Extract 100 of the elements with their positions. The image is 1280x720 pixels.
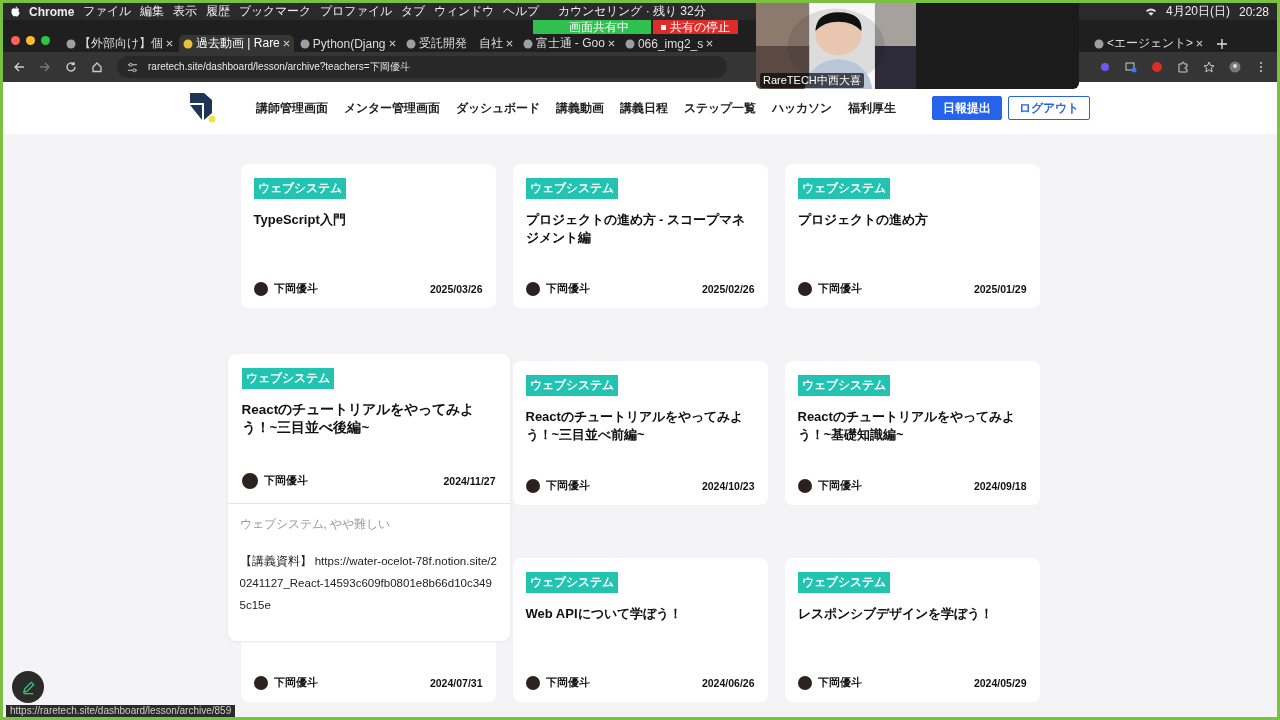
menu-item[interactable]: ウィンドウ <box>434 3 495 20</box>
lesson-date: 2024/07/31 <box>429 677 483 689</box>
menu-item[interactable]: プロファイル <box>320 3 393 20</box>
nav-button[interactable]: 日報提出 <box>932 96 1002 120</box>
nav-link[interactable]: ダッシュボード <box>456 99 540 117</box>
menu-item[interactable]: 履歴 <box>206 3 231 20</box>
puzzle-icon[interactable] <box>1177 61 1189 73</box>
menu-item[interactable]: ファイル <box>83 3 132 20</box>
wifi-icon[interactable] <box>1144 7 1157 16</box>
close-icon[interactable] <box>1196 40 1203 47</box>
category-tag: ウェブシステム <box>525 178 618 199</box>
favicon-icon <box>299 38 310 49</box>
browser-tab[interactable]: 066_img2_s <box>620 35 718 52</box>
lesson-card[interactable]: ウェブシステム レスポンシブデザインを学ぼう！ 下岡優斗 2024/05/29 <box>784 558 1040 702</box>
close-icon[interactable] <box>607 40 615 47</box>
category-tag: ウェブシステム <box>253 178 346 199</box>
back-icon[interactable] <box>13 61 25 73</box>
site-settings-icon[interactable] <box>127 61 138 73</box>
menubar-date[interactable]: 4月20日(日) <box>1165 3 1230 20</box>
category-tag: ウェブシステム <box>525 375 618 396</box>
home-icon[interactable] <box>91 61 103 73</box>
extension-icon[interactable] <box>1125 61 1137 73</box>
nav-link[interactable]: メンター管理画面 <box>344 99 440 117</box>
stop-sharing-button[interactable]: 共有の停止 <box>653 20 738 34</box>
meeting-status[interactable]: カウンセリング · 残り 32分 <box>558 3 706 20</box>
nav-link[interactable]: ハッカソン <box>772 99 832 117</box>
link-preview-url: https://raretech.site/dashboard/lesson/archive/859 <box>6 705 236 717</box>
browser-tab[interactable]: <エージェント> <box>1090 35 1207 52</box>
browser-tab[interactable]: 受託開発 自社 <box>401 35 517 52</box>
nav-link[interactable]: 講義日程 <box>620 99 668 117</box>
lesson-title: Reactのチュートリアルをやってみよう！~基礎知識編~ <box>797 408 1016 444</box>
extension-icon[interactable] <box>1099 61 1111 73</box>
address-bar[interactable]: raretech.site/dashboard/lesson/archive?teachers=下岡優斗 <box>117 56 727 78</box>
lesson-date: 2024/11/27 <box>443 475 496 487</box>
expanded-lesson-card[interactable]: ウェブシステム Reactのチュートリアルをやってみよう！~三目並べ後編~ 下岡優斗 2024/11/27 ウェブシステム, やや難しい 【講義資料】 https://water-ocelot-78f.notion.site/20241127_React-14593c609fb0801e8b66d10c3495c15e <box>227 354 510 641</box>
category-tag: ウェブシステム <box>241 368 334 389</box>
apple-icon[interactable] <box>11 6 20 17</box>
category-tag: ウェブシステム <box>525 572 618 593</box>
close-icon[interactable] <box>706 40 714 47</box>
browser-tab[interactable]: 【外部向け】個 <box>62 35 177 52</box>
author-avatar <box>525 676 540 690</box>
nav-link[interactable]: 講義動画 <box>556 99 604 117</box>
extension-icon[interactable] <box>1151 61 1163 73</box>
lesson-date: 2024/09/18 <box>973 480 1027 492</box>
author-name: 下岡優斗 <box>263 474 308 488</box>
lesson-card[interactable]: 下岡優斗 2024/07/31 <box>240 642 496 702</box>
lesson-card[interactable]: ウェブシステム プロジェクトの進め方 - スコープマネジメント編 下岡優斗 2025/02/26 <box>512 164 768 308</box>
author-avatar <box>253 282 268 296</box>
author-avatar <box>525 282 540 296</box>
logo-icon[interactable] <box>190 93 216 123</box>
menubar-time[interactable]: 20:28 <box>1238 4 1269 19</box>
author-name: 下岡優斗 <box>817 479 862 493</box>
close-window-icon[interactable] <box>11 35 20 45</box>
nav-link[interactable]: 福利厚生 <box>848 99 896 117</box>
author-name: 下岡優斗 <box>817 676 862 690</box>
zoom-window-icon[interactable] <box>41 35 50 45</box>
favicon-icon <box>522 38 533 49</box>
author-name: 下岡優斗 <box>545 676 590 690</box>
lesson-date: 2025/02/26 <box>701 283 755 295</box>
nav-button[interactable]: ログアウト <box>1008 96 1090 120</box>
profile-avatar-icon[interactable] <box>1229 61 1241 73</box>
favicon-icon <box>405 38 416 49</box>
star-icon[interactable] <box>1203 61 1215 73</box>
new-tab-icon[interactable] <box>1217 39 1227 49</box>
lesson-card[interactable]: ウェブシステム Reactのチュートリアルをやってみよう！~三目並べ前編~ 下岡優斗 2024/10/23 <box>512 361 768 505</box>
lesson-card[interactable]: ウェブシステム Web APIについて学ぼう！ 下岡優斗 2024/06/26 <box>512 558 768 702</box>
pencil-icon <box>20 679 36 695</box>
lesson-card[interactable]: ウェブシステム Reactのチュートリアルをやってみよう！~基礎知識編~ 下岡優斗 2024/09/18 <box>784 361 1040 505</box>
app-name[interactable]: Chrome <box>29 4 75 19</box>
menu-item[interactable]: 編集 <box>140 3 165 20</box>
participant-name: RareTECH中西大喜 <box>760 73 864 88</box>
lesson-date: 2025/01/29 <box>973 283 1027 295</box>
lesson-card[interactable]: ウェブシステム TypeScript入門 下岡優斗 2025/03/26 <box>240 164 496 308</box>
lesson-title: Web APIについて学ぼう！ <box>525 605 682 623</box>
browser-tab[interactable]: 富士通 - Goo <box>518 35 619 52</box>
menu-item[interactable]: 表示 <box>173 3 198 20</box>
lesson-categories: ウェブシステム, やや難しい <box>239 516 392 533</box>
lesson-date: 2024/06/26 <box>701 677 755 689</box>
minimize-window-icon[interactable] <box>26 35 35 45</box>
close-icon[interactable] <box>166 40 173 47</box>
author-name: 下岡優斗 <box>817 282 862 296</box>
author-name: 下岡優斗 <box>273 282 318 296</box>
lesson-date: 2025/03/26 <box>429 283 483 295</box>
browser-tab[interactable]: Python(Djang <box>295 35 400 52</box>
browser-tab[interactable]: 過去動画 | Rare <box>179 35 294 52</box>
author-avatar <box>525 479 540 493</box>
lesson-card[interactable]: ウェブシステム プロジェクトの進め方 下岡優斗 2025/01/29 <box>784 164 1040 308</box>
nav-link[interactable]: 講師管理画面 <box>256 99 328 117</box>
close-icon[interactable] <box>505 40 513 47</box>
menu-item[interactable]: ヘルプ <box>503 3 540 20</box>
forward-icon[interactable] <box>39 61 51 73</box>
author-name: 下岡優斗 <box>545 282 590 296</box>
close-icon[interactable] <box>388 40 396 47</box>
favicon-icon <box>66 38 76 49</box>
close-icon[interactable] <box>282 40 290 47</box>
category-tag: ウェブシステム <box>797 375 890 396</box>
reload-icon[interactable] <box>65 61 77 73</box>
menu-item[interactable]: タブ <box>401 3 426 20</box>
menu-item[interactable]: ブックマーク <box>239 3 312 20</box>
nav-link[interactable]: ステップ一覧 <box>684 99 756 117</box>
